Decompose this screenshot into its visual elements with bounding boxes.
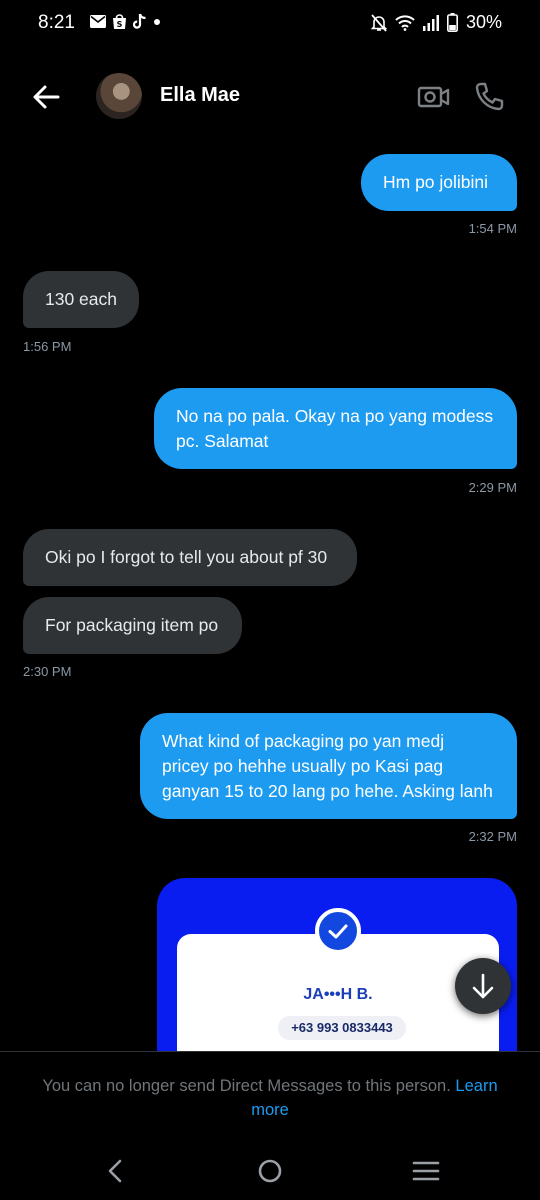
dm-disabled-notice: You can no longer send Direct Messages t… — [30, 1074, 510, 1122]
shopee-icon: S — [113, 14, 126, 29]
message-timestamp: 1:56 PM — [23, 339, 72, 354]
notice-text: You can no longer send Direct Messages t… — [42, 1077, 451, 1095]
message-outgoing[interactable]: No na po pala. Okay na po yang modess pc… — [154, 388, 517, 469]
scroll-to-bottom-button[interactable] — [455, 958, 511, 1014]
message-outgoing[interactable]: Hm po jolibini — [361, 154, 517, 211]
message-incoming[interactable]: For packaging item po — [23, 597, 242, 654]
phone-call-icon[interactable] — [472, 80, 506, 114]
tiktok-icon — [133, 13, 146, 29]
system-icons: 30% — [370, 12, 502, 33]
nav-recents-icon[interactable] — [410, 1157, 442, 1185]
message-text: 130 each — [45, 289, 118, 309]
mute-icon — [370, 13, 387, 32]
video-call-icon[interactable] — [416, 82, 450, 112]
battery-icon — [446, 13, 458, 32]
nav-home-icon[interactable] — [254, 1157, 286, 1185]
conversation-header: Ella Mae — [0, 64, 540, 128]
back-arrow-icon[interactable] — [30, 80, 64, 114]
nav-back-icon[interactable] — [100, 1157, 132, 1185]
message-text: No na po pala. Okay na po yang modess pc… — [176, 405, 494, 451]
message-text: Hm po jolibini — [383, 172, 489, 192]
dot-icon — [154, 18, 160, 25]
arrow-down-icon — [472, 973, 494, 999]
message-timestamp: 1:54 PM — [468, 221, 517, 236]
message-incoming[interactable]: Oki po I forgot to tell you about pf 30 — [23, 529, 357, 586]
system-nav-bar — [0, 1141, 540, 1200]
receipt-recipient-name: JA•••H B. — [303, 986, 373, 1003]
signal-icon — [422, 14, 439, 31]
dm-disabled-footer: You can no longer send Direct Messages t… — [0, 1051, 540, 1141]
checkmark-icon — [315, 908, 361, 954]
svg-text:S: S — [117, 20, 123, 29]
mail-icon — [90, 15, 106, 28]
status-time: 8:21 — [38, 12, 75, 33]
message-text: For packaging item po — [45, 615, 219, 635]
message-incoming[interactable]: 130 each — [23, 271, 139, 328]
contact-name[interactable]: Ella Mae — [160, 84, 240, 107]
message-text: Oki po I forgot to tell you about pf 30 — [45, 547, 328, 567]
message-outgoing[interactable]: What kind of packaging po yan medj price… — [140, 713, 517, 819]
contact-avatar[interactable] — [96, 73, 142, 119]
message-timestamp: 2:29 PM — [468, 480, 517, 495]
message-timestamp: 2:32 PM — [468, 829, 517, 844]
message-text: What kind of packaging po yan medj price… — [162, 730, 493, 801]
notification-icons: S — [90, 13, 161, 30]
battery-percent: 30% — [465, 12, 502, 32]
wifi-icon — [395, 14, 415, 31]
receipt-phone-number: +63 993 0833443 — [278, 1016, 406, 1040]
status-bar: 8:21 S 30% — [0, 0, 540, 46]
message-timestamp: 2:30 PM — [23, 664, 72, 679]
